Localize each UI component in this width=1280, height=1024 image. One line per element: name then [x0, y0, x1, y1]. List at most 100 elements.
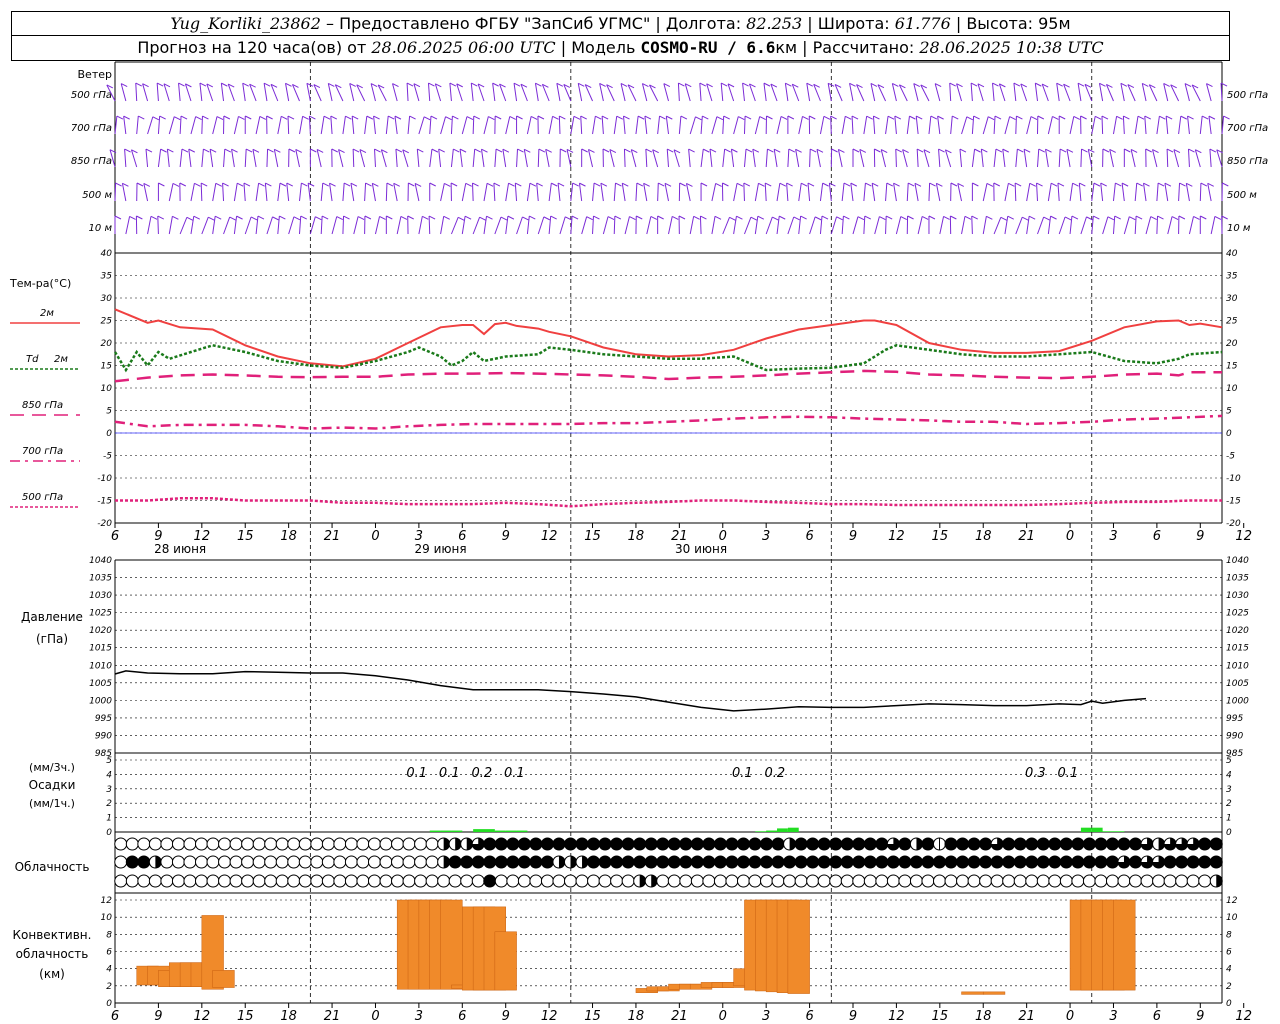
convective-bar [787, 899, 810, 994]
wind-barb-flag [851, 115, 859, 120]
cloud-symbol [310, 855, 324, 869]
wind-barb-flag [865, 182, 872, 187]
wind-barb [592, 183, 595, 202]
temp-tick-label: 20 [101, 339, 113, 349]
wind-barb [1166, 148, 1169, 168]
wind-barb [212, 183, 217, 202]
wind-barb-flag [300, 215, 307, 220]
wind-barb [493, 182, 496, 202]
wind-barb [764, 182, 767, 202]
convective-bar [440, 899, 463, 990]
precip-bar [1080, 827, 1092, 832]
precip-amount-label: 0.1 [406, 766, 427, 781]
wind-barb-flag [616, 115, 623, 120]
hour-tick-label-bottom: 6 [458, 1009, 466, 1024]
cloud-symbol-overcast [598, 837, 612, 851]
wind-barb [526, 116, 532, 135]
wind-barb [939, 216, 945, 235]
wind-barb-flag [1022, 216, 1029, 221]
hour-tick-label: 15 [584, 529, 601, 544]
wind-barb-flag [114, 215, 122, 220]
cloud-symbol [552, 874, 566, 888]
conv-tick-label-right: 12 [1226, 896, 1238, 906]
wind-barb [798, 216, 802, 235]
cloud-symbol-overcast [852, 855, 866, 869]
temp-tick-label: 40 [101, 249, 113, 259]
wind-barb [678, 116, 682, 135]
wind-barb-flag [560, 148, 567, 153]
wind-barb-flag [714, 215, 722, 220]
cloud-symbol [610, 874, 624, 888]
cloud-symbol [241, 855, 255, 869]
cloud-symbol-overcast [852, 837, 866, 851]
cloud-symbol-overcast [829, 855, 843, 869]
wind-barb-flag [601, 115, 609, 120]
cloud-symbol [1175, 874, 1189, 888]
cloud-symbol-overcast [644, 855, 658, 869]
wind-barb [120, 83, 127, 102]
wind-barb [1004, 183, 1009, 202]
wind-barb [971, 215, 973, 235]
cloud-symbol [367, 855, 381, 869]
wind-barb-flag [981, 148, 988, 153]
wind-barb [870, 83, 876, 102]
wind-barb [1101, 115, 1104, 135]
wind-barb-flag [916, 148, 924, 153]
wind-barb-flag [406, 82, 414, 87]
cloud-symbol-overcast [944, 855, 958, 869]
pressure-tick-label: 1000 [89, 696, 112, 706]
precip-tick-label: 5 [106, 756, 112, 766]
wind-barb [891, 83, 897, 102]
cloud-symbol [1036, 874, 1050, 888]
hour-tick-label: 15 [237, 529, 254, 544]
cloud-symbol [287, 855, 301, 869]
cloud-symbol-overcast [610, 855, 624, 869]
wind-barb [534, 83, 539, 102]
wind-barb [480, 149, 485, 168]
wind-barb-flag [1165, 115, 1173, 120]
cloud-symbol-overcast [633, 855, 647, 869]
wind-barb-flag [729, 216, 736, 221]
precip-tick-label: 3 [106, 785, 112, 795]
wind-barb [244, 216, 252, 235]
hour-tick-label: 12 [888, 529, 905, 544]
cloud-symbol-overcast [679, 855, 693, 869]
hour-tick-label: 21 [1018, 529, 1035, 544]
cloud-symbol-overcast [1105, 855, 1119, 869]
temp-tick-label: 30 [101, 294, 113, 304]
cloud-symbol-overcast [1198, 837, 1212, 851]
wind-barb [286, 183, 290, 202]
wind-barb [516, 148, 519, 168]
wind-barb-flag [636, 182, 644, 187]
wind-barb-flag [1016, 115, 1023, 120]
cloud-symbol-overcast [944, 837, 958, 851]
wind-barb [277, 183, 281, 202]
wind-barb-flag [552, 115, 559, 120]
wind-barb [114, 182, 117, 202]
t700-series-line [114, 414, 1223, 430]
wind-barb [600, 183, 604, 202]
cloud-symbol [1071, 874, 1085, 888]
wind-barb-flag [657, 215, 664, 220]
wind-barb-flag [336, 216, 343, 221]
wind-barb [982, 216, 987, 235]
wind-barb [1130, 149, 1136, 168]
wind-barb [264, 183, 268, 202]
wind-barb [244, 148, 247, 168]
wind-barb [971, 149, 976, 168]
wind-barb [418, 116, 425, 135]
wind-barb-flag [723, 115, 730, 120]
wind-barb-flag [279, 215, 286, 220]
pressure-tick-label-right: 990 [1226, 731, 1243, 741]
wind-barb-flag [703, 148, 710, 153]
cloud-symbol [471, 874, 485, 888]
wind-barb-flag [1221, 215, 1228, 220]
wind-barb-flag [495, 148, 503, 153]
wind-barb [233, 116, 239, 135]
wind-barb-flag [679, 182, 686, 187]
wind-barb-flag [509, 116, 516, 120]
precip-tick-label-right: 4 [1226, 770, 1232, 780]
hour-tick-label: 3 [1109, 529, 1117, 544]
hour-tick-label-bottom: 3 [415, 1009, 423, 1024]
cloud-symbol [1140, 874, 1154, 888]
